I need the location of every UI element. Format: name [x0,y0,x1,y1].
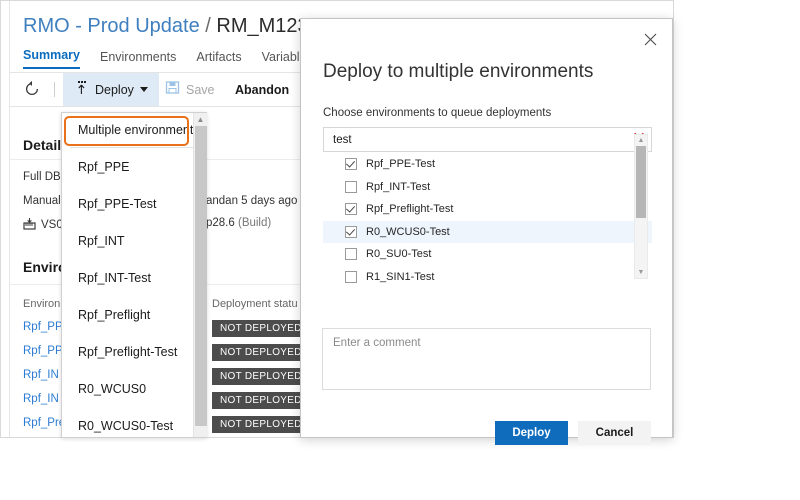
checkbox-icon[interactable] [345,180,357,193]
list-item-label: R1_SIN1-Test [366,270,435,283]
chevron-down-icon [139,87,148,92]
tab-bar: Summary Environments Artifacts Variables [23,48,313,69]
list-item-label: Rpf_INT-Test [366,180,431,193]
dialog-actions: Deploy Cancel [300,421,673,445]
scrollbar-thumb[interactable] [636,146,646,218]
checkbox-checked-icon[interactable] [345,203,357,216]
menu-item-rpf-int-test[interactable]: Rpf_INT-Test [62,259,206,296]
checkbox-icon[interactable] [345,270,357,283]
list-item[interactable]: Rpf_PPE-Test [323,153,652,176]
list-item[interactable]: Rpf_Preflight-Test [323,198,652,221]
tab-summary[interactable]: Summary [23,48,80,69]
menu-item-rpf-ppe-test[interactable]: Rpf_PPE-Test [62,185,206,222]
dialog-instruction: Choose environments to queue deployments [323,107,552,119]
status-badge: NOT DEPLOYED [212,319,310,337]
list-item-label: R0_SU0-Test [366,248,432,261]
abandon-label: Abandon [235,82,290,97]
checkbox-icon[interactable] [345,248,357,261]
details-artifact-name: VS0 [41,219,63,231]
chevron-down-icon[interactable]: ▼ [635,267,647,278]
list-item-label: Rpf_PPE-Test [366,158,436,171]
breadcrumb: RMO - Prod Update / RM_M123.4 [23,15,325,38]
tab-artifacts[interactable]: Artifacts [196,50,241,69]
menu-item-rpf-preflight[interactable]: Rpf_Preflight [62,296,206,333]
deploy-button[interactable]: Deploy [495,421,568,445]
search-input-value[interactable]: test [324,134,627,146]
refresh-icon[interactable] [23,80,41,98]
list-item[interactable]: R1_SIN1-Test [323,266,652,289]
menu-item-r0-wcus0-test[interactable]: R0_WCUS0-Test [62,407,206,437]
dialog-title: Deploy to multiple environments [323,61,594,82]
environment-checkbox-list: Rpf_PPE-Test Rpf_INT-Test Rpf_Preflight-… [323,153,652,298]
menu-item-r0-wcus0[interactable]: R0_WCUS0 [62,370,206,407]
status-badge: NOT DEPLOYED [212,391,310,409]
list-item-label: Rpf_Preflight-Test [366,203,454,216]
tab-environments[interactable]: Environments [100,50,176,69]
deploy-dropdown-menu: Multiple environments Rpf_PPE Rpf_PPE-Te… [61,112,207,438]
toolbar-divider [54,82,55,97]
search-input[interactable]: test [323,127,652,152]
column-header-status: Deployment statu [212,298,298,310]
abandon-button[interactable]: Abandon [235,73,289,106]
close-icon[interactable] [640,29,660,49]
save-button: Save [165,73,215,106]
deploy-upload-icon [74,80,89,100]
list-item[interactable]: R0_WCUS0-Test [323,220,652,243]
menu-item-rpf-ppe[interactable]: Rpf_PPE [62,148,206,185]
details-build-version: p28.6 (Build) [206,217,271,229]
scrollbar-thumb[interactable] [195,126,207,426]
comment-textarea[interactable]: Enter a comment [322,328,651,390]
details-artifact-row: VS0 [23,217,63,233]
checkbox-checked-icon[interactable] [345,225,357,238]
deploy-label: Deploy [95,82,134,97]
deploy-dropdown-button[interactable]: Deploy [63,73,159,106]
dropdown-scrollbar[interactable]: ▲ [193,113,207,437]
build-icon [23,217,36,233]
chevron-up-icon[interactable]: ▲ [194,113,207,126]
details-trigger: Manual [23,195,61,207]
save-disk-icon [165,80,180,100]
details-description: Full DB [23,171,61,183]
chevron-up-icon[interactable]: ▲ [635,135,647,146]
list-item[interactable]: R0_SU0-Test [323,243,652,266]
list-item-label: R0_WCUS0-Test [366,225,450,238]
checkbox-checked-icon[interactable] [345,158,357,171]
breadcrumb-project[interactable]: RMO - Prod Update [23,15,200,37]
status-badge: NOT DEPLOYED [212,343,310,361]
details-build-number: p28.6 [206,217,235,229]
status-badge: NOT DEPLOYED [212,367,310,385]
list-scrollbar[interactable]: ▲ ▼ [634,134,648,279]
cancel-button[interactable]: Cancel [578,421,651,445]
breadcrumb-separator: / [205,15,211,37]
menu-item-rpf-int[interactable]: Rpf_INT [62,222,206,259]
list-item[interactable]: Rpf_INT-Test [323,176,652,199]
details-build-source: (Build) [237,217,272,229]
details-author-time: andan 5 days ago [206,195,298,207]
status-badge: NOT DEPLOYED [212,415,310,433]
menu-item-multiple-environments[interactable]: Multiple environments [62,113,206,147]
save-label: Save [186,82,215,97]
menu-item-rpf-preflight-test[interactable]: Rpf_Preflight-Test [62,333,206,370]
screenshot-root: RMO - Prod Update / RM_M123.4 Summary En… [0,0,800,500]
